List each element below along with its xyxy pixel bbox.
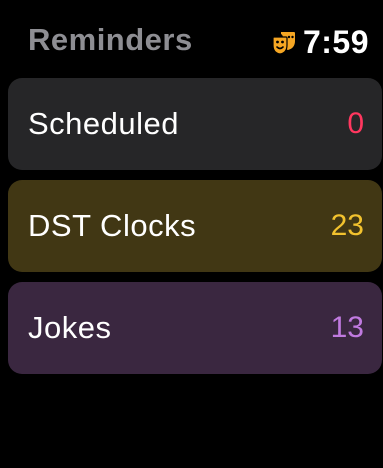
theater-masks-icon — [272, 32, 295, 55]
list-item-label: Scheduled — [28, 106, 180, 141]
list-item-jokes[interactable]: Jokes 13 — [8, 282, 382, 374]
list-item-scheduled[interactable]: Scheduled 0 — [8, 78, 382, 170]
list-item-count: 23 — [330, 209, 364, 242]
status-bar: 7:59 — [271, 22, 369, 62]
list-item-label: DST Clocks — [28, 208, 197, 243]
reminder-lists: Scheduled 0 DST Clocks 23 Jokes 13 — [8, 78, 382, 384]
header: Reminders 7:59 — [0, 0, 383, 78]
list-item-count: 0 — [347, 107, 364, 140]
list-item-label: Jokes — [28, 310, 112, 345]
app-title: Reminders — [28, 22, 193, 57]
clock-time: 7:59 — [302, 23, 369, 60]
list-item-count: 13 — [330, 311, 364, 344]
list-item-dst-clocks[interactable]: DST Clocks 23 — [8, 180, 382, 272]
